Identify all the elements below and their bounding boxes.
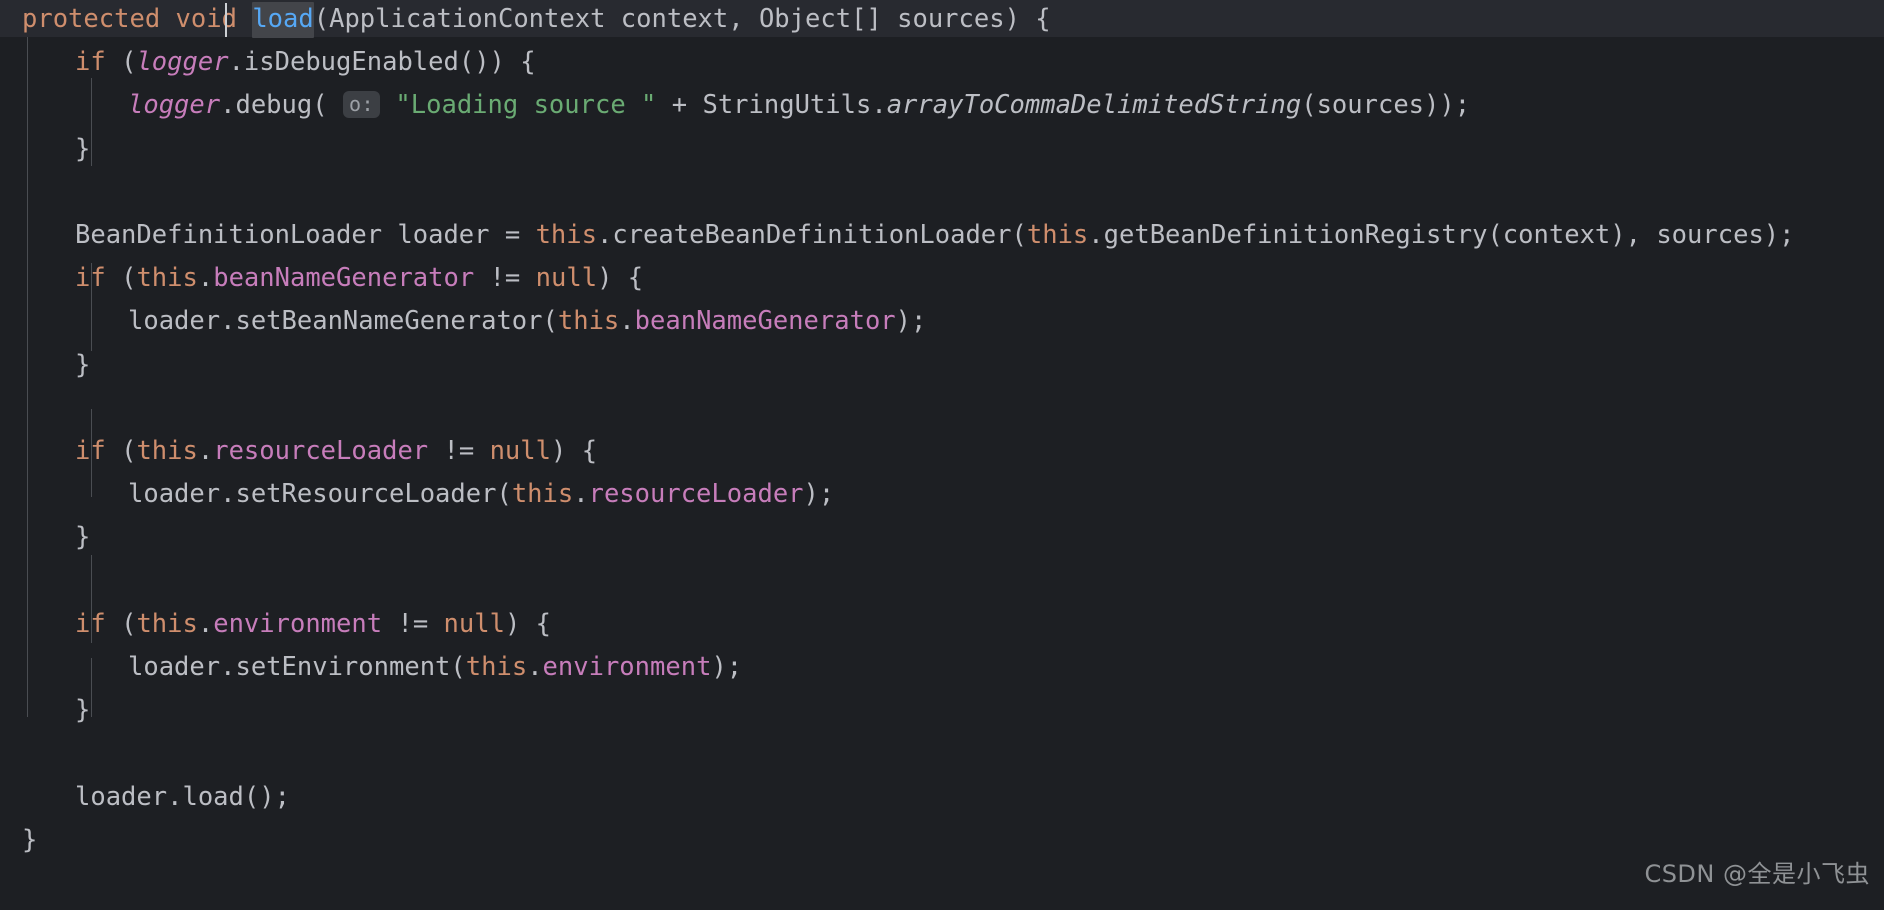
code-token: ) { <box>504 608 552 639</box>
code-line[interactable]: if (this.resourceLoader != null) { <box>75 430 597 473</box>
code-token: ( <box>105 436 137 466</box>
code-token: != <box>428 436 490 466</box>
code-line[interactable]: loader.setBeanNameGenerator(this.beanNam… <box>128 300 926 343</box>
code-text-area[interactable]: protected void load(ApplicationContext c… <box>0 0 1884 910</box>
code-line[interactable]: } <box>22 819 37 862</box>
watermark-label: CSDN @全是小飞虫 <box>1644 859 1870 888</box>
code-line[interactable]: } <box>75 516 90 559</box>
code-token: (ApplicationContext context, Object[] so… <box>313 4 1051 34</box>
code-line[interactable]: logger.debug( o: "Loading source " + Str… <box>128 84 1470 127</box>
code-token: } <box>75 695 91 726</box>
code-token: if <box>75 608 106 639</box>
code-token: . <box>573 479 589 510</box>
code-token: } <box>75 522 91 553</box>
selected-token: load <box>252 2 314 38</box>
text-caret <box>225 3 227 37</box>
code-line[interactable]: } <box>75 344 90 387</box>
code-token: this <box>557 306 620 337</box>
code-line[interactable]: protected void load(ApplicationContext c… <box>22 0 1051 41</box>
code-token: . <box>197 263 214 294</box>
code-token: ); <box>711 652 743 682</box>
code-token: ); <box>803 479 835 510</box>
code-token: this <box>511 479 574 510</box>
code-token: logger <box>128 90 221 121</box>
code-line[interactable]: if (this.environment != null) { <box>75 603 551 646</box>
code-line[interactable]: } <box>75 128 90 171</box>
code-token: null <box>535 263 598 294</box>
code-line[interactable]: BeanDefinitionLoader loader = this.creat… <box>75 214 1795 257</box>
code-token: . <box>197 436 214 466</box>
code-token: protected <box>22 4 161 34</box>
code-line[interactable]: loader.load(); <box>75 776 290 819</box>
code-line[interactable]: } <box>75 689 90 732</box>
code-line[interactable]: loader.setEnvironment(this.environment); <box>128 646 742 689</box>
code-token: if <box>75 436 106 466</box>
code-token: BeanDefinitionLoader loader = <box>75 220 536 250</box>
code-token: } <box>75 349 91 380</box>
code-token: + StringUtils. <box>656 90 887 121</box>
code-token: . <box>527 652 543 682</box>
code-token: resourceLoader <box>588 479 804 510</box>
code-token: ( <box>105 47 137 78</box>
code-token: loader.load(); <box>75 781 290 812</box>
code-line[interactable]: if (logger.isDebugEnabled()) { <box>75 41 536 84</box>
code-token: void <box>175 4 237 34</box>
code-token: ); <box>895 306 927 337</box>
code-token: arrayToCommaDelimitedString <box>886 90 1302 121</box>
code-token: this <box>1026 220 1089 250</box>
code-token: environment <box>213 608 383 639</box>
code-token: } <box>22 824 38 855</box>
code-token: if <box>75 47 106 78</box>
code-token: ( <box>105 263 137 294</box>
code-token: beanNameGenerator <box>634 306 896 337</box>
code-line[interactable]: loader.setResourceLoader(this.resourceLo… <box>128 473 834 516</box>
code-token: this <box>136 436 198 466</box>
code-token: loader.setBeanNameGenerator( <box>128 306 558 337</box>
code-token: loader.setResourceLoader( <box>128 479 512 510</box>
code-token: beanNameGenerator <box>213 263 475 294</box>
code-token: ( <box>105 608 137 639</box>
code-token: (sources)); <box>1301 90 1471 121</box>
code-token: } <box>75 133 91 164</box>
code-token: .isDebugEnabled()) { <box>228 47 536 78</box>
code-token: != <box>474 263 536 294</box>
code-line[interactable]: if (this.beanNameGenerator != null) { <box>75 257 643 300</box>
code-token: null <box>489 436 551 466</box>
code-editor[interactable]: protected void load(ApplicationContext c… <box>0 0 1884 910</box>
code-token: this <box>136 608 198 639</box>
code-token: . <box>197 608 214 639</box>
code-token: this <box>136 263 198 294</box>
code-token: resourceLoader <box>213 436 429 466</box>
code-token: logger <box>136 47 229 78</box>
code-token: loader.setEnvironment( <box>128 652 466 682</box>
code-token: . <box>619 306 635 337</box>
code-token: .getBeanDefinitionRegistry(context), sou… <box>1088 220 1795 250</box>
code-token: environment <box>542 652 712 682</box>
code-token: ) { <box>551 436 598 466</box>
code-token: != <box>382 608 444 639</box>
code-token: "Loading source " <box>395 90 657 121</box>
code-token: .debug( <box>220 90 328 121</box>
inlay-parameter-hint: o: <box>342 91 381 119</box>
code-token: this <box>535 220 597 250</box>
code-token: null <box>443 608 505 639</box>
code-token: if <box>75 263 106 294</box>
code-token: this <box>465 652 528 682</box>
code-token: .createBeanDefinitionLoader( <box>597 220 1027 250</box>
code-token: ) { <box>597 263 644 294</box>
